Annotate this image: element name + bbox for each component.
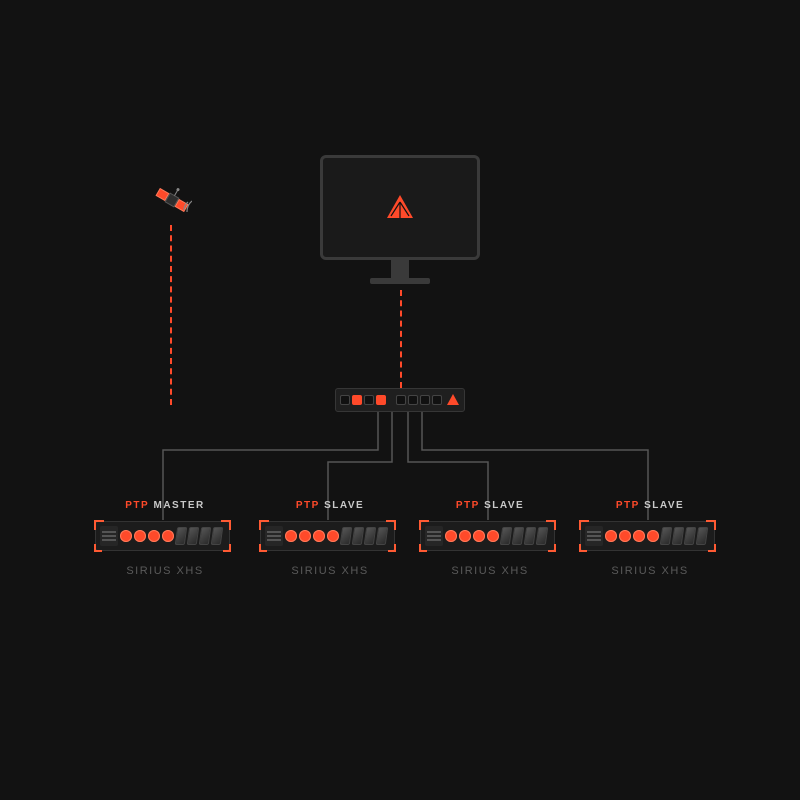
knob-icon xyxy=(134,530,146,542)
slot-icon xyxy=(187,527,200,545)
device-role-label: PTP SLAVE xyxy=(420,500,560,511)
switch-port xyxy=(340,395,350,405)
device-model-label: SIRIUS XHS xyxy=(580,565,720,577)
slot-icon xyxy=(199,527,212,545)
monitor-screen xyxy=(320,155,480,260)
device-node: PTP MASTER SIRIUS XHS xyxy=(95,500,235,577)
device-node: PTP SLAVE SIRIUS XHS xyxy=(420,500,560,577)
slot-icon xyxy=(352,527,365,545)
satellite-link-line xyxy=(170,225,172,405)
knob-icon xyxy=(445,530,457,542)
role-text: SLAVE xyxy=(644,500,684,511)
device-unit xyxy=(420,521,555,551)
device-model-label: SIRIUS XHS xyxy=(260,565,400,577)
switch-port xyxy=(420,395,430,405)
knob-icon xyxy=(633,530,645,542)
knob-icon xyxy=(647,530,659,542)
knob-icon xyxy=(327,530,339,542)
slot-icon xyxy=(376,527,389,545)
slot-icon xyxy=(672,527,685,545)
monitor-base xyxy=(370,278,430,284)
role-text: MASTER xyxy=(154,500,205,511)
switch-port xyxy=(396,395,406,405)
slot-icon xyxy=(175,527,188,545)
switch-port-active xyxy=(376,395,386,405)
satellite-icon xyxy=(152,180,192,220)
device-role-label: PTP MASTER xyxy=(95,500,235,511)
ptp-tag: PTP xyxy=(125,500,149,511)
slot-icon xyxy=(500,527,513,545)
slot-icon xyxy=(340,527,353,545)
ptp-tag: PTP xyxy=(616,500,640,511)
device-unit xyxy=(260,521,395,551)
device-model-label: SIRIUS XHS xyxy=(95,565,235,577)
knob-icon xyxy=(605,530,617,542)
role-text: SLAVE xyxy=(324,500,364,511)
device-node: PTP SLAVE SIRIUS XHS xyxy=(260,500,400,577)
slot-icon xyxy=(364,527,377,545)
device-role-label: PTP SLAVE xyxy=(260,500,400,511)
knob-icon xyxy=(313,530,325,542)
knob-icon xyxy=(148,530,160,542)
network-switch xyxy=(335,388,465,412)
role-text: SLAVE xyxy=(484,500,524,511)
ptp-tag: PTP xyxy=(296,500,320,511)
slot-icon xyxy=(211,527,224,545)
switch-port xyxy=(408,395,418,405)
switch-port xyxy=(432,395,442,405)
triangle-logo-icon xyxy=(384,192,416,224)
slot-icon xyxy=(684,527,697,545)
device-unit xyxy=(95,521,230,551)
knob-icon xyxy=(473,530,485,542)
slot-icon xyxy=(696,527,709,545)
knob-icon xyxy=(162,530,174,542)
monitor xyxy=(320,155,480,284)
device-node: PTP SLAVE SIRIUS XHS xyxy=(580,500,720,577)
ptp-tag: PTP xyxy=(456,500,480,511)
knob-icon xyxy=(487,530,499,542)
switch-port xyxy=(364,395,374,405)
knob-icon xyxy=(285,530,297,542)
device-model-label: SIRIUS XHS xyxy=(420,565,560,577)
monitor-stand xyxy=(391,260,409,278)
monitor-link-line xyxy=(400,290,402,388)
knob-icon xyxy=(299,530,311,542)
knob-icon xyxy=(619,530,631,542)
slot-icon xyxy=(524,527,537,545)
slot-icon xyxy=(660,527,673,545)
device-unit xyxy=(580,521,715,551)
diagram-canvas: PTP MASTER SIRIUS XHS PTP SLAVE xyxy=(0,0,800,800)
slot-icon xyxy=(512,527,525,545)
knob-icon xyxy=(459,530,471,542)
knob-icon xyxy=(120,530,132,542)
slot-icon xyxy=(536,527,549,545)
switch-port-active xyxy=(352,395,362,405)
triangle-logo-icon xyxy=(446,393,460,407)
device-role-label: PTP SLAVE xyxy=(580,500,720,511)
